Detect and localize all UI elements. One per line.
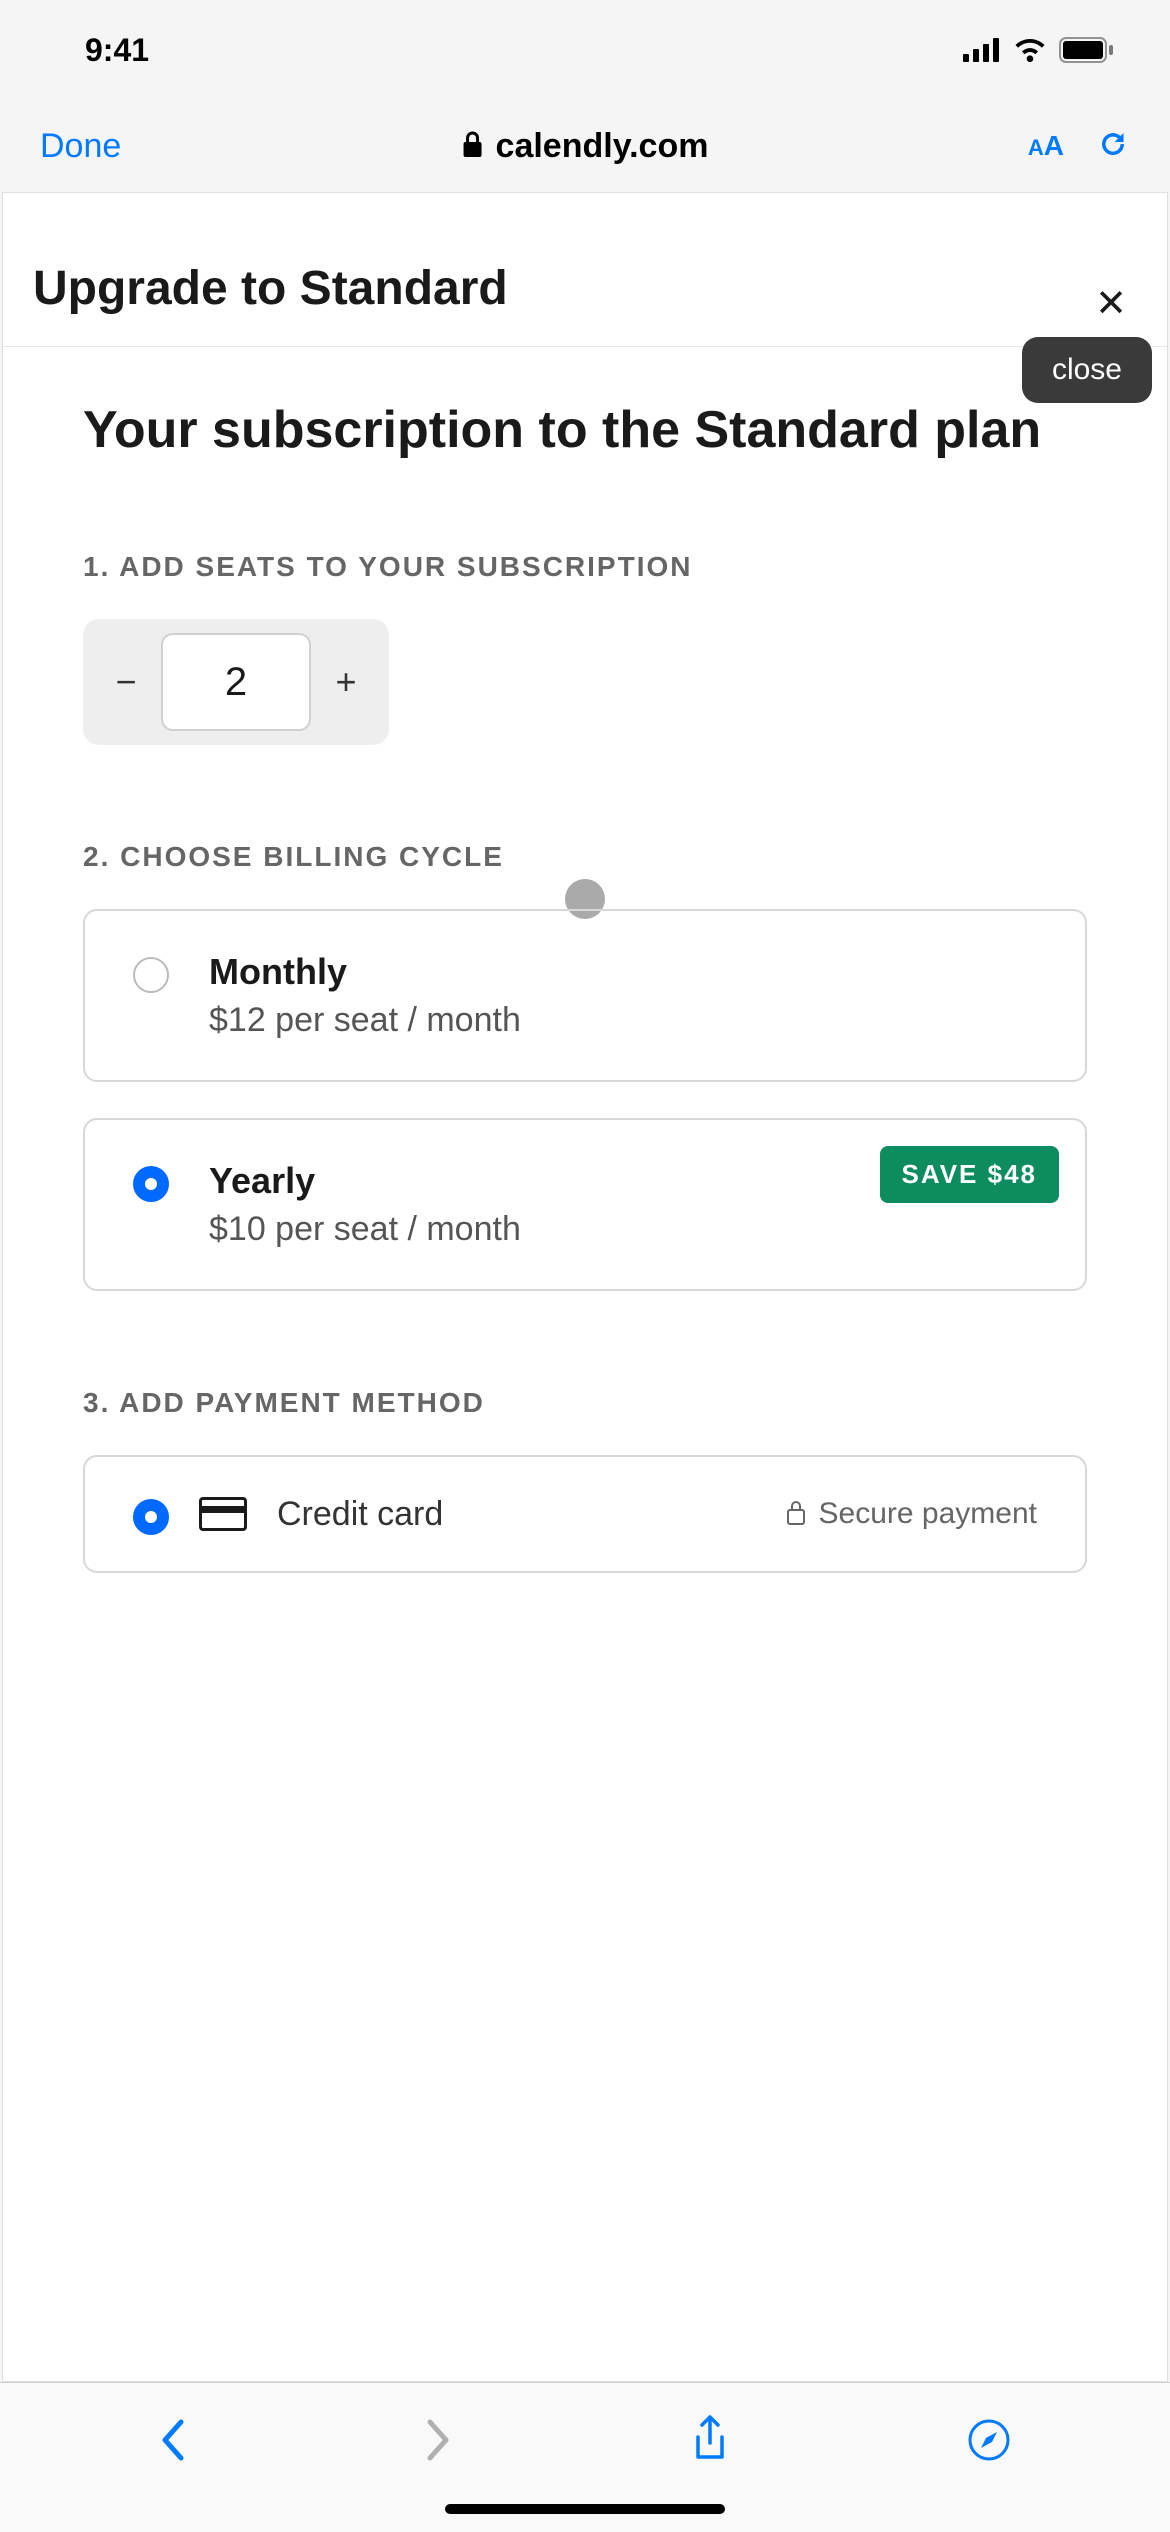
secure-payment-text: Secure payment — [819, 1497, 1037, 1531]
cellular-signal-icon — [963, 38, 1001, 62]
radio-monthly[interactable] — [133, 957, 169, 993]
done-button[interactable]: Done — [40, 127, 121, 166]
payment-section-label: 3. ADD PAYMENT METHOD — [83, 1387, 1087, 1419]
close-button[interactable]: ✕ — [1095, 281, 1127, 326]
status-bar: 9:41 — [0, 0, 1170, 100]
lock-icon — [462, 130, 484, 163]
home-indicator[interactable] — [445, 2504, 725, 2514]
back-button[interactable] — [159, 2418, 187, 2467]
share-button[interactable] — [690, 2415, 730, 2470]
safari-toolbar: Done calendly.com AA — [0, 100, 1170, 192]
subscription-subtitle: Your subscription to the Standard plan — [83, 395, 1087, 465]
decrement-button[interactable]: − — [99, 655, 153, 709]
refresh-button[interactable] — [1096, 125, 1130, 168]
billing-yearly-label: Yearly — [209, 1160, 521, 1202]
payment-option-credit-card[interactable]: Credit card Secure payment — [83, 1455, 1087, 1573]
billing-option-monthly[interactable]: Monthly $12 per seat / month — [83, 909, 1087, 1082]
billing-monthly-price: $12 per seat / month — [209, 1001, 521, 1040]
seats-value[interactable]: 2 — [161, 633, 311, 731]
modal-body: Your subscription to the Standard plan 1… — [3, 347, 1167, 1621]
quantity-stepper: − 2 + — [83, 619, 389, 745]
credit-card-icon — [199, 1497, 247, 1531]
close-tooltip: close — [1022, 337, 1152, 403]
safari-button[interactable] — [967, 2418, 1011, 2467]
billing-monthly-label: Monthly — [209, 951, 521, 993]
secure-lock-icon — [785, 1498, 807, 1531]
forward-button[interactable] — [424, 2418, 452, 2467]
billing-option-yearly[interactable]: Yearly $10 per seat / month SAVE $48 — [83, 1118, 1087, 1291]
wifi-icon — [1013, 38, 1047, 62]
payment-method-label: Credit card — [277, 1495, 443, 1534]
secure-payment-area: Secure payment — [785, 1497, 1037, 1531]
radio-yearly[interactable] — [133, 1166, 169, 1202]
radio-credit-card[interactable] — [133, 1499, 169, 1535]
modal-header: Upgrade to Standard ✕ close — [3, 193, 1167, 347]
text-size-button[interactable]: AA — [1028, 130, 1064, 162]
billing-options: Monthly $12 per seat / month Yearly $10 … — [83, 909, 1087, 1291]
seats-section-label: 1. ADD SEATS TO YOUR SUBSCRIPTION — [83, 551, 1087, 583]
save-badge: SAVE $48 — [880, 1146, 1059, 1203]
url-display[interactable]: calendly.com — [462, 127, 709, 166]
modal-title: Upgrade to Standard — [33, 261, 508, 316]
battery-icon — [1059, 37, 1115, 63]
status-icons — [963, 37, 1115, 63]
billing-yearly-price: $10 per seat / month — [209, 1210, 521, 1249]
billing-section-label: 2. CHOOSE BILLING CYCLE — [83, 841, 1087, 873]
increment-button[interactable]: + — [319, 655, 373, 709]
url-text: calendly.com — [496, 127, 709, 166]
page-content: Upgrade to Standard ✕ close Your subscri… — [2, 192, 1168, 2382]
status-time: 9:41 — [85, 32, 149, 69]
